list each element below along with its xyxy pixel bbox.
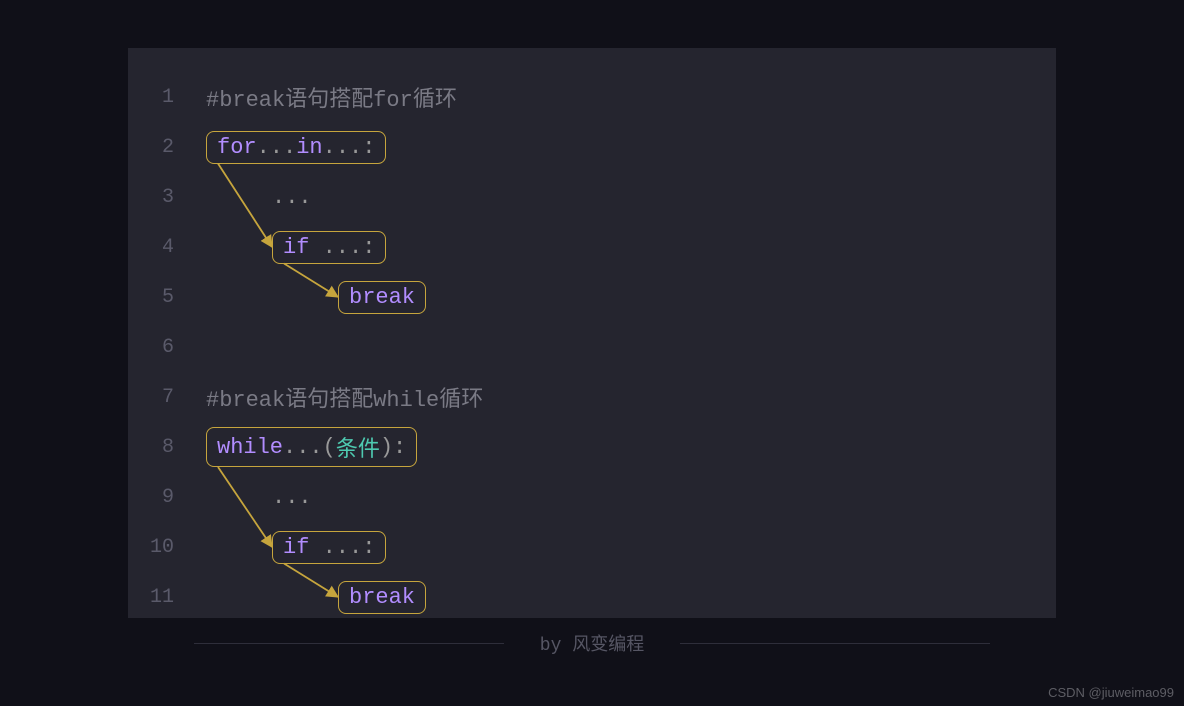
line-number: 3: [128, 186, 206, 209]
code-line: 1#break语句搭配for循环: [128, 72, 1056, 122]
footer-rule-right: [680, 643, 990, 644]
code-line: 2for...in...:: [128, 122, 1056, 172]
token: ...:: [323, 135, 376, 160]
line-content: ...: [206, 485, 312, 510]
line-content: break: [206, 281, 426, 314]
line-number: 2: [128, 136, 206, 159]
highlight-box: if ...:: [272, 531, 386, 564]
code-line: 3...: [128, 172, 1056, 222]
code-line: 7#break语句搭配while循环: [128, 372, 1056, 422]
token: break: [349, 585, 415, 610]
code-line: 5 break: [128, 272, 1056, 322]
line-content: while...(条件):: [206, 427, 417, 467]
line-content: #break语句搭配while循环: [206, 381, 483, 413]
token: if: [283, 235, 309, 260]
token: break: [349, 285, 415, 310]
line-number: 9: [128, 486, 206, 509]
line-number: 4: [128, 236, 206, 259]
watermark: CSDN @jiuweimao99: [1048, 685, 1174, 700]
line-content: if ...:: [206, 531, 386, 564]
token: ):: [380, 435, 406, 460]
token: ...(: [283, 435, 336, 460]
highlight-box: break: [338, 281, 426, 314]
code-line: 10 if ...:: [128, 522, 1056, 572]
comment-text: #break语句搭配for循环: [206, 81, 457, 113]
line-number: 8: [128, 436, 206, 459]
line-number: 1: [128, 86, 206, 109]
token: if: [283, 535, 309, 560]
line-content: if ...:: [206, 231, 386, 264]
line-content: for...in...:: [206, 131, 386, 164]
line-number: 6: [128, 336, 206, 359]
code-line: 8while...(条件):: [128, 422, 1056, 472]
code-line: 11 break: [128, 572, 1056, 622]
line-number: 5: [128, 286, 206, 309]
code-line: 9...: [128, 472, 1056, 522]
token: in: [296, 135, 322, 160]
line-number: 11: [128, 586, 206, 609]
comment-text: #break语句搭配while循环: [206, 381, 483, 413]
footer-rule-left: [194, 643, 504, 644]
code-line: 4 if ...:: [128, 222, 1056, 272]
token: ...:: [309, 535, 375, 560]
highlight-box: if ...:: [272, 231, 386, 264]
footer: by 风变编程: [0, 630, 1184, 656]
plain-text: ...: [272, 485, 312, 510]
code-panel: 1#break语句搭配for循环2for...in...:3...4if ...…: [128, 48, 1056, 618]
token: for: [217, 135, 257, 160]
token: 条件: [336, 431, 380, 463]
code-area: 1#break语句搭配for循环2for...in...:3...4if ...…: [128, 72, 1056, 622]
line-content: break: [206, 581, 426, 614]
token: while: [217, 435, 283, 460]
token: ...:: [309, 235, 375, 260]
plain-text: ...: [272, 185, 312, 210]
footer-text: by 风变编程: [540, 630, 644, 656]
line-number: 7: [128, 386, 206, 409]
highlight-box: for...in...:: [206, 131, 386, 164]
highlight-box: while...(条件):: [206, 427, 417, 467]
line-content: #break语句搭配for循环: [206, 81, 457, 113]
highlight-box: break: [338, 581, 426, 614]
line-number: 10: [128, 536, 206, 559]
token: ...: [257, 135, 297, 160]
code-line: 6: [128, 322, 1056, 372]
line-content: ...: [206, 185, 312, 210]
